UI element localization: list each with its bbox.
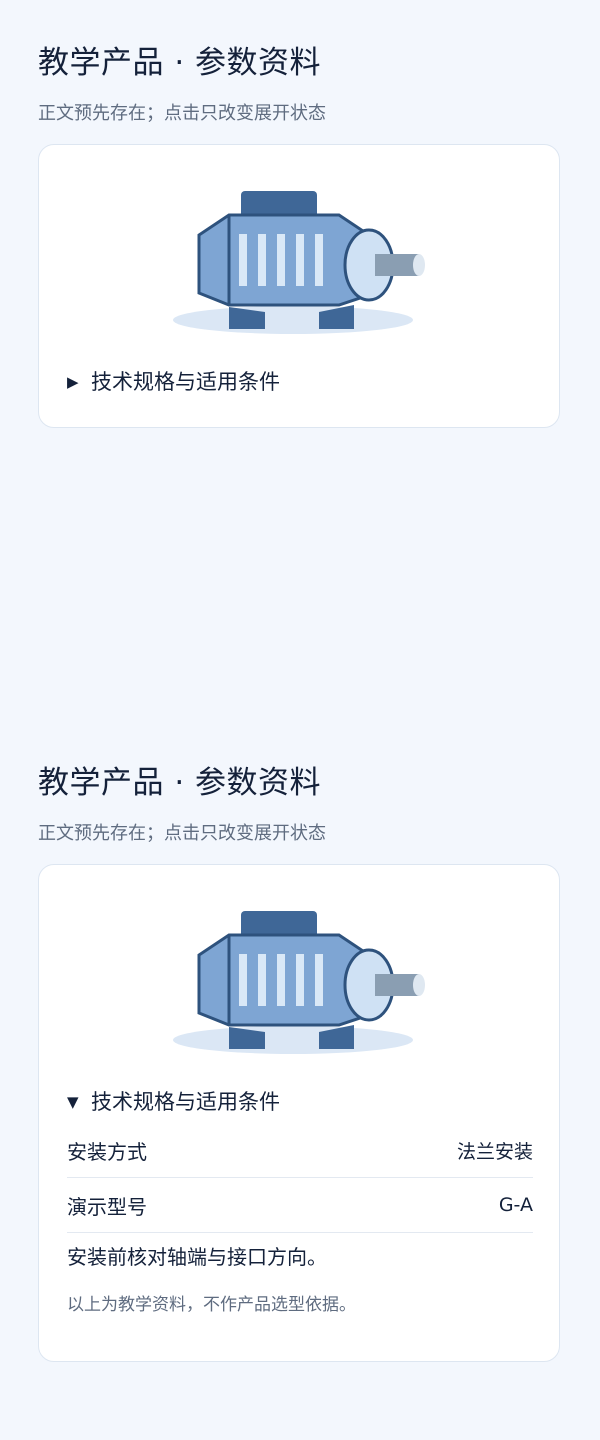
details-summary-label: 技术规格与适用条件 bbox=[91, 1090, 280, 1114]
spec-label: 安装方式 bbox=[67, 1139, 147, 1164]
page-subtitle: 正文预先存在；点击只改变展开状态 bbox=[38, 103, 326, 124]
details-summary-toggle[interactable]: ▼ 技术规格与适用条件 bbox=[67, 1085, 533, 1119]
disclaimer-text: 以上为教学资料，不作产品选型依据。 bbox=[67, 1295, 356, 1315]
details-summary-label: 技术规格与适用条件 bbox=[91, 370, 280, 394]
motor-illustration bbox=[173, 911, 425, 1054]
details-summary-toggle[interactable]: ▶ 技术规格与适用条件 bbox=[67, 365, 533, 399]
spec-value: G-A bbox=[498, 1194, 533, 1216]
product-section-expanded: 教学产品 · 参数资料 正文预先存在；点击只改变展开状态 ▼ 技术规格与适用条件… bbox=[38, 762, 562, 1362]
triangle-down-icon: ▼ bbox=[67, 1093, 79, 1111]
product-section-collapsed: 教学产品 · 参数资料 正文预先存在；点击只改变展开状态 ▶ 技术规格与适用条件 bbox=[38, 42, 562, 428]
spec-label: 演示型号 bbox=[67, 1194, 147, 1219]
spec-table: 安装方式 法兰安装 演示型号 G-A bbox=[67, 1123, 533, 1233]
page-title: 教学产品 · 参数资料 bbox=[38, 765, 322, 801]
spec-row-model: 演示型号 G-A bbox=[67, 1178, 533, 1233]
installation-note: 安装前核对轴端与接口方向。 bbox=[67, 1245, 327, 1269]
triangle-right-icon: ▶ bbox=[67, 373, 79, 391]
page-title: 教学产品 · 参数资料 bbox=[38, 45, 322, 81]
motor-illustration bbox=[173, 191, 425, 334]
product-card: ▼ 技术规格与适用条件 安装方式 法兰安装 演示型号 G-A 安装前核对轴端与接… bbox=[38, 864, 560, 1362]
page-subtitle: 正文预先存在；点击只改变展开状态 bbox=[38, 823, 326, 844]
spec-value: 法兰安装 bbox=[456, 1140, 533, 1163]
spec-row-mounting: 安装方式 法兰安装 bbox=[67, 1123, 533, 1178]
product-card: ▶ 技术规格与适用条件 bbox=[38, 144, 560, 428]
